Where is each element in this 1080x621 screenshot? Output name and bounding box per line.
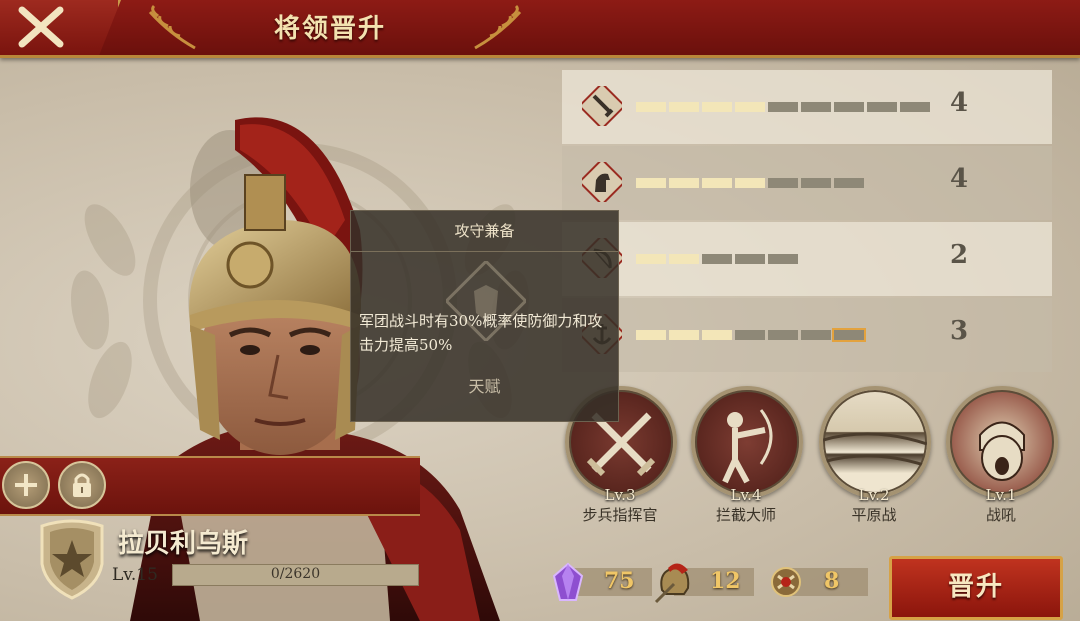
skill-name: 拦截大师 — [715, 506, 776, 524]
stat-value: 4 — [950, 164, 969, 194]
stat-value: 4 — [950, 88, 969, 118]
skill-name: 步兵指挥官 — [582, 506, 658, 524]
resource-crystal: 75 — [552, 562, 662, 601]
stat-bar — [636, 102, 930, 112]
skill-interception-master[interactable]: Lv.4 拦截大师 — [691, 386, 803, 525]
skill-icon-plains — [819, 386, 931, 498]
skill-level: Lv.2 — [858, 486, 890, 504]
resource-medal: 8 — [768, 566, 868, 600]
resource-value: 75 — [604, 568, 635, 594]
laurel-right-icon — [474, 4, 522, 50]
skill-level: Lv.3 — [604, 486, 636, 504]
resource-value: 12 — [710, 568, 741, 594]
skill-icon-archer — [691, 386, 803, 498]
stat-value: 2 — [950, 240, 969, 270]
resource-value: 8 — [824, 568, 840, 594]
close-icon — [18, 6, 64, 48]
stat-bar — [636, 178, 864, 188]
add-button[interactable] — [2, 461, 50, 509]
archer-icon — [722, 409, 773, 484]
horse-icon — [582, 162, 622, 202]
lock-icon — [73, 473, 91, 497]
rank-star-badge — [40, 519, 104, 600]
close-button[interactable] — [0, 0, 121, 55]
purple-crystal-icon — [552, 562, 584, 601]
experience-bar: 0/2620 — [172, 564, 419, 586]
plus-icon — [15, 474, 37, 496]
stat-bar — [636, 328, 866, 342]
stat-row-infantry: 4 — [562, 70, 1052, 144]
skill-war-cry[interactable]: Lv.1 战吼 — [946, 386, 1058, 525]
tooltip-description: 军团战斗时有30%概率使防御力和攻击力提高50% — [359, 312, 603, 354]
skill-level: Lv.4 — [730, 486, 762, 504]
helmet-icon — [654, 563, 690, 604]
skill-icon-war-cry — [946, 386, 1058, 498]
experience-text: 0/2620 — [270, 566, 321, 582]
header-bar: 将领晋升 — [0, 0, 1080, 58]
promote-button[interactable]: 晋升 — [889, 556, 1063, 620]
stat-value: 3 — [950, 316, 969, 346]
sword-icon — [582, 86, 622, 126]
tooltip-title: 攻守兼备 — [351, 211, 618, 252]
commander-level: Lv.15 — [112, 565, 158, 585]
skill-plains-battle[interactable]: Lv.2 平原战 — [819, 386, 931, 525]
talent-tooltip: 攻守兼备 军团战斗时有30%概率使防御力和攻击力提高50% 天赋 — [350, 210, 619, 422]
plains-icon — [823, 432, 927, 468]
commander-name: 拉贝利乌斯 — [118, 529, 249, 559]
skill-name: 平原战 — [851, 506, 897, 524]
skill-name: 战吼 — [985, 506, 1016, 524]
page-title: 将领晋升 — [273, 14, 386, 44]
stat-row-cavalry: 4 — [562, 146, 1052, 220]
lock-button[interactable] — [58, 461, 106, 509]
skill-level: Lv.1 — [985, 486, 1017, 504]
resource-helmet: 12 — [654, 563, 764, 604]
laurel-left-icon — [148, 4, 196, 50]
stat-bar — [636, 254, 798, 264]
tooltip-footer: 天赋 — [468, 377, 501, 396]
medal-icon — [771, 567, 801, 597]
stat-row-navy: 3 — [562, 298, 1052, 372]
stat-row-archer: 2 — [562, 222, 1052, 296]
shouting-soldier-icon — [979, 421, 1025, 481]
